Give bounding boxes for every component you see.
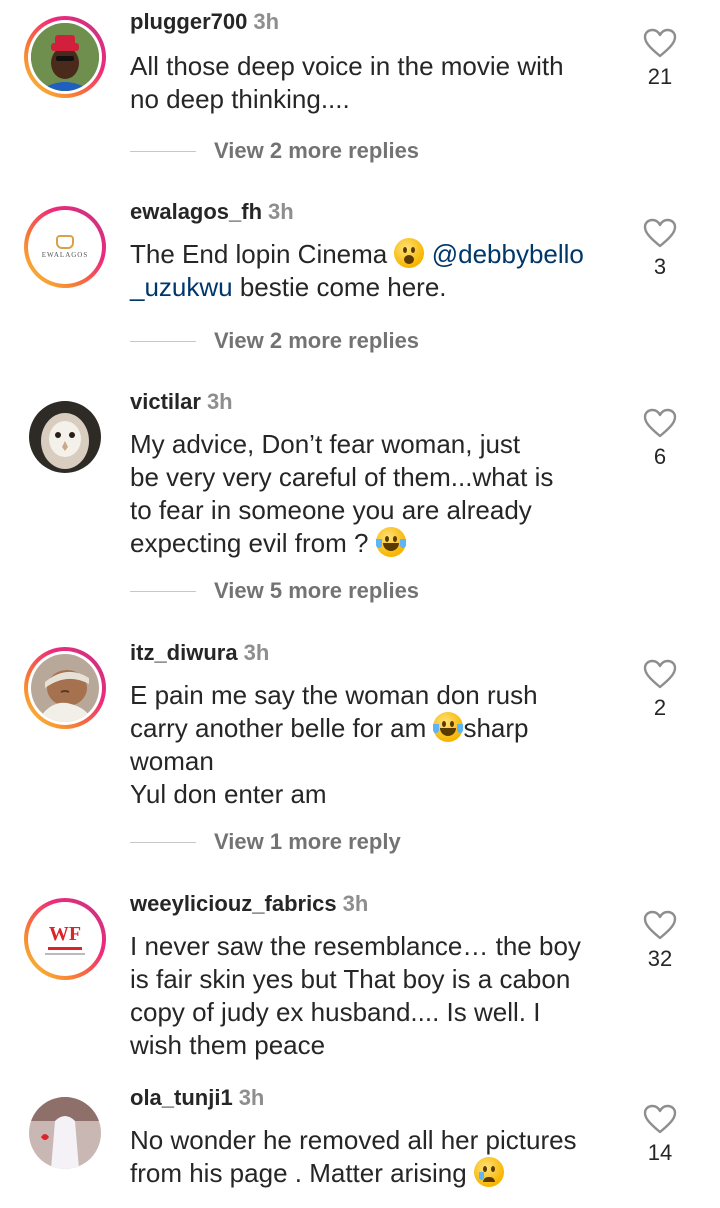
comment-text: My advice, Don’t fear woman, just be ver… xyxy=(130,428,620,560)
astonished-emoji-icon xyxy=(394,238,425,268)
comment-text: All those deep voice in the movie with n… xyxy=(130,51,564,114)
laughing-tears-emoji-icon xyxy=(375,527,406,557)
username[interactable]: weeyliciouz_fabrics xyxy=(130,891,337,916)
logo-underline xyxy=(48,946,82,950)
like-count: 32 xyxy=(647,946,673,971)
comment-text-part: bestie come here. xyxy=(232,272,447,302)
like-button[interactable]: 2 xyxy=(638,659,682,721)
heart-icon[interactable] xyxy=(638,659,682,689)
reply-divider xyxy=(130,150,196,152)
comment-text: I never saw the resemblance… the boy is … xyxy=(130,931,581,1060)
comment-text-part: No wonder he removed all her pictures fr… xyxy=(130,1125,577,1188)
comment-meta: plugger700 3h xyxy=(130,8,279,36)
like-button[interactable]: 21 xyxy=(638,28,682,90)
avatar[interactable] xyxy=(24,647,106,729)
reply-divider xyxy=(130,340,196,342)
comment-text-part: The End lopin Cinema xyxy=(130,239,395,269)
avatar[interactable] xyxy=(24,396,106,478)
timestamp: 3h xyxy=(268,199,294,224)
crying-emoji-icon xyxy=(473,1157,504,1187)
comment-text: No wonder he removed all her pictures fr… xyxy=(130,1124,620,1190)
heart-icon[interactable] xyxy=(638,1104,682,1134)
comment-text-part: My advice, Don’t fear woman, just be ver… xyxy=(130,429,554,558)
username[interactable]: plugger700 xyxy=(130,9,247,34)
like-button[interactable]: 14 xyxy=(638,1104,682,1166)
comment-meta: victilar 3h xyxy=(130,388,233,416)
heart-icon[interactable] xyxy=(638,408,682,438)
reply-divider xyxy=(130,841,196,843)
comment-text: E pain me say the woman don rush carry a… xyxy=(130,679,620,811)
like-count: 3 xyxy=(653,254,667,279)
view-replies-button[interactable]: View 1 more reply xyxy=(130,829,401,855)
heart-icon[interactable] xyxy=(638,910,682,940)
avatar-logo-text: WF xyxy=(48,922,82,945)
view-replies-button[interactable]: View 5 more replies xyxy=(130,578,419,604)
timestamp: 3h xyxy=(206,389,233,414)
avatar[interactable] xyxy=(24,16,106,98)
ewalagos-logo-icon xyxy=(56,235,74,249)
timestamp: 3h xyxy=(243,640,270,665)
timestamp: 3h xyxy=(238,1085,265,1110)
view-replies-label[interactable]: View 1 more reply xyxy=(214,829,401,855)
username[interactable]: victilar xyxy=(130,389,201,414)
comment-meta: ewalagos_fh 3h xyxy=(130,198,294,226)
heart-icon[interactable] xyxy=(638,28,682,58)
logo-subline xyxy=(45,952,85,955)
comment-text: The End lopin Cinema @debbybello _uzukwu… xyxy=(130,238,620,304)
like-count: 21 xyxy=(647,64,673,89)
heart-icon[interactable] xyxy=(638,218,682,248)
laughing-tears-emoji-icon xyxy=(433,712,464,742)
like-count: 6 xyxy=(653,444,667,469)
comment-meta: itz_diwura 3h xyxy=(130,639,269,667)
comment-meta: ola_tunji1 3h xyxy=(130,1084,264,1112)
avatar[interactable]: EWALAGOS xyxy=(24,206,106,288)
like-button[interactable]: 32 xyxy=(638,910,682,972)
like-button[interactable]: 3 xyxy=(638,218,682,280)
avatar[interactable]: WF xyxy=(24,898,106,980)
view-replies-label[interactable]: View 2 more replies xyxy=(214,138,419,164)
timestamp: 3h xyxy=(253,9,280,34)
view-replies-label[interactable]: View 5 more replies xyxy=(214,578,419,604)
avatar[interactable] xyxy=(24,1092,106,1174)
comment-meta: weeyliciouz_fabrics 3h xyxy=(130,890,368,918)
reply-divider xyxy=(130,590,196,592)
like-count: 14 xyxy=(647,1140,673,1165)
view-replies-label[interactable]: View 2 more replies xyxy=(214,328,419,354)
username[interactable]: ewalagos_fh xyxy=(130,199,262,224)
view-replies-button[interactable]: View 2 more replies xyxy=(130,328,419,354)
view-replies-button[interactable]: View 2 more replies xyxy=(130,138,419,164)
like-count: 2 xyxy=(653,695,667,720)
timestamp: 3h xyxy=(342,891,369,916)
like-button[interactable]: 6 xyxy=(638,408,682,470)
avatar-logo-text: EWALAGOS xyxy=(41,251,89,259)
username[interactable]: ola_tunji1 xyxy=(130,1085,233,1110)
comments-list: plugger700 3h All those deep voice in the… xyxy=(0,0,720,1208)
username[interactable]: itz_diwura xyxy=(130,640,238,665)
